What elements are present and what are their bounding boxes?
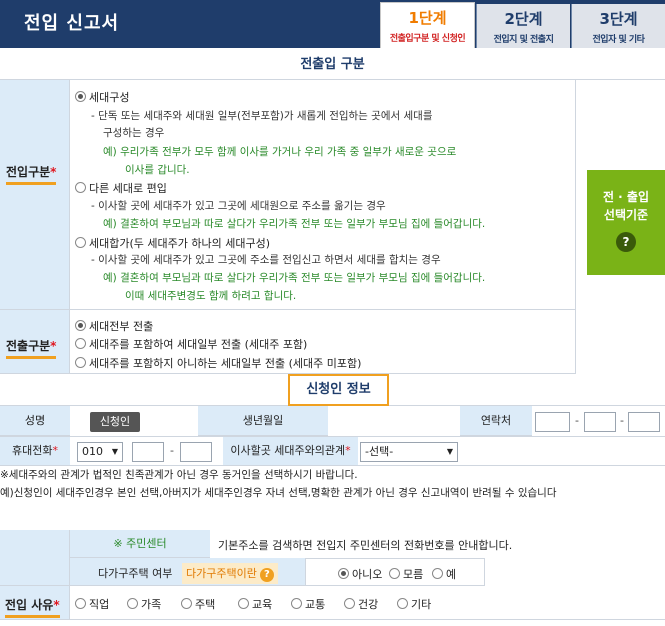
step-tab-2[interactable]: 2단계 전입지 및 전출지 (476, 4, 570, 48)
option-example: 예) 우리가족 전부가 모두 함께 이사를 가거나 우리 가족 중 일부가 새로… (103, 146, 457, 158)
option-description: - 이사할 곳에 세대주가 있고 그곳에 세대원으로 주소를 옮기는 경우 (91, 200, 386, 212)
section-title-applicant: 신청인 정보 (288, 374, 389, 406)
reason-transport[interactable]: 교통 (291, 596, 325, 612)
reason-education[interactable]: 교육 (238, 596, 272, 612)
step-number: 3단계 (599, 10, 638, 28)
mobile-input-3[interactable] (180, 442, 212, 462)
move-in-label: 전입구분* (6, 163, 57, 185)
multi-family-unknown[interactable]: 모름 (389, 566, 423, 582)
multi-family-yes[interactable]: 예 (432, 566, 456, 582)
reason-health[interactable]: 건강 (344, 596, 378, 612)
mobile-input-2[interactable] (132, 442, 164, 462)
option-example: 이사를 갑니다. (125, 164, 190, 176)
move-out-option-all[interactable]: 세대전부 전출 (75, 318, 153, 334)
section-title-move-type: 전출입 구분 (0, 50, 665, 80)
move-out-option-partial-with-head[interactable]: 세대주를 포함하여 세대일부 전출 (세대주 포함) (75, 336, 307, 352)
step-tab-3[interactable]: 3단계 전입자 및 기타 (571, 4, 665, 48)
step-tab-1[interactable]: 1단계 전출입구분 및 신청인 (380, 2, 475, 48)
contact-input-1[interactable] (535, 412, 570, 432)
selection-criteria-button[interactable]: 전 · 출입 선택기준 ? (587, 170, 665, 275)
step-subtitle: 전입자 및 기타 (592, 35, 645, 45)
radio-icon[interactable] (344, 598, 355, 609)
radio-icon[interactable] (291, 598, 302, 609)
move-in-option-merge[interactable]: 세대합가(두 세대주가 하나의 세대구성) (75, 235, 270, 251)
relation-example-notice: 예)신청인이 세대주인경우 본인 선택,아버지가 세대주인경우 자녀 선택,명확… (0, 487, 557, 499)
question-icon: ? (616, 232, 636, 252)
dash-separator: - (170, 444, 174, 457)
radio-icon[interactable] (75, 338, 86, 349)
move-in-label-cell (0, 80, 70, 310)
contact-input-2[interactable] (584, 412, 616, 432)
option-description: 구성하는 경우 (103, 127, 165, 139)
community-center-description: 기본주소를 검색하면 전입지 주민센터의 전화번호를 안내합니다. (218, 539, 513, 552)
move-in-option-join[interactable]: 다른 세대로 편입 (75, 180, 167, 196)
step-number: 1단계 (408, 9, 447, 27)
radio-icon[interactable] (75, 237, 86, 248)
contact-input-3[interactable] (628, 412, 660, 432)
radio-icon[interactable] (75, 182, 86, 193)
option-example: 예) 결혼하여 부모님과 따로 살다가 우리가족 전부 또는 일부가 부모님 집… (103, 272, 486, 284)
dropdown-arrow-icon: ▼ (111, 447, 118, 456)
birth-label: 생년월일 (198, 406, 328, 436)
move-out-label: 전출구분* (6, 337, 57, 359)
relation-label: 이사할곳 세대주와의관계* (223, 437, 358, 465)
community-center-link[interactable]: ※ 주민센터 (70, 530, 210, 558)
option-example: 예) 결혼하여 부모님과 따로 살다가 우리가족 전부 또는 일부가 부모님 집… (103, 218, 486, 230)
radio-selected-icon[interactable] (75, 91, 86, 102)
radio-icon[interactable] (75, 598, 86, 609)
multi-family-no[interactable]: 아니오 (338, 566, 382, 582)
mobile-label: 휴대전화* (0, 437, 70, 465)
move-out-option-partial-without-head[interactable]: 세대주를 포함하지 아니하는 세대일부 전출 (세대주 미포함) (75, 355, 361, 371)
reason-family[interactable]: 가족 (127, 596, 161, 612)
radio-icon[interactable] (397, 598, 408, 609)
radio-selected-icon[interactable] (75, 320, 86, 331)
option-description: - 단독 또는 세대주와 세대원 일부(전부포함)가 새롭게 전입하는 곳에서 … (91, 110, 433, 122)
criteria-line2: 선택기준 (603, 208, 649, 222)
option-description: - 이사할 곳에 세대주가 있고 그곳에 주소를 전입신고 하면서 세대를 합치… (91, 254, 441, 266)
radio-icon[interactable] (238, 598, 249, 609)
radio-icon[interactable] (389, 568, 400, 579)
question-icon: ? (259, 568, 274, 582)
radio-selected-icon[interactable] (338, 568, 349, 579)
dash-separator: - (620, 414, 624, 427)
multi-family-help-link[interactable]: 다가구주택이란? (182, 563, 278, 584)
step-subtitle: 전입지 및 전출지 (493, 35, 554, 45)
contact-label: 연락처 (460, 406, 532, 436)
reason-other[interactable]: 기타 (397, 596, 431, 612)
relation-notice: ※세대주와의 관계가 법적인 친족관계가 아닌 경우 동거인을 선택하시기 바랍… (0, 469, 358, 481)
radio-icon[interactable] (75, 357, 86, 368)
criteria-line1: 전 · 출입 (602, 190, 650, 204)
reason-label: 전입 사유* (5, 596, 60, 618)
move-in-option-household[interactable]: 세대구성 (75, 89, 129, 105)
applicant-tag: 신청인 (90, 412, 140, 432)
option-example: 이때 세대주변경도 함께 하려고 합니다. (125, 290, 297, 302)
radio-icon[interactable] (127, 598, 138, 609)
row-divider (0, 465, 665, 466)
name-label: 성명 (0, 406, 70, 436)
reason-housing[interactable]: 주택 (181, 596, 215, 612)
multi-family-label: 다가구주택 여부 (98, 567, 173, 580)
radio-icon[interactable] (181, 598, 192, 609)
dropdown-arrow-icon: ▼ (446, 447, 453, 456)
page-title: 전입 신고서 (24, 13, 120, 34)
reason-job[interactable]: 직업 (75, 596, 109, 612)
relation-select[interactable]: -선택- ▼ (360, 442, 458, 462)
radio-icon[interactable] (432, 568, 443, 579)
step-number: 2단계 (504, 10, 543, 28)
step-subtitle: 전출입구분 및 신청인 (389, 34, 466, 44)
dash-separator: - (575, 414, 579, 427)
mobile-prefix-select[interactable]: 010 ▼ (77, 442, 123, 462)
section3-label-cell (0, 530, 70, 586)
